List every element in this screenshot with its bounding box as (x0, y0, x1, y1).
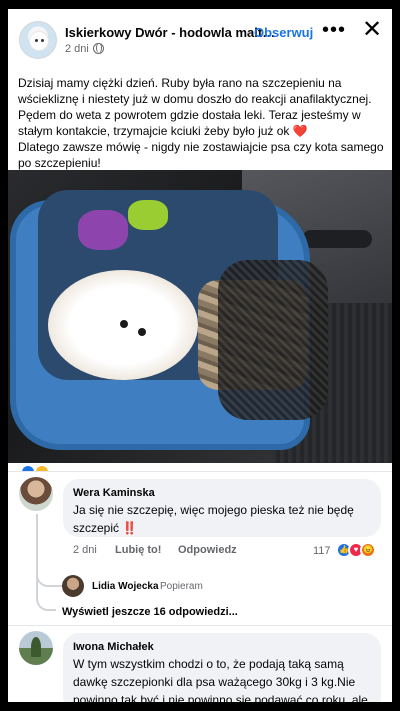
car-door-handle (302, 230, 372, 248)
post-time[interactable]: 2 dni (65, 43, 89, 55)
reply-connector-line (36, 565, 64, 587)
reply-button[interactable]: Odpowiedz (178, 544, 237, 556)
commenter-avatar[interactable] (19, 477, 53, 511)
toy-purple (78, 210, 128, 250)
reply-thread-line (36, 514, 56, 611)
carrier-mesh (218, 260, 328, 420)
comment-time[interactable]: 2 dni (73, 544, 97, 556)
reply-action: Popieram (160, 581, 203, 592)
reply-avatar[interactable] (62, 575, 84, 597)
post-header: Iskierkowy Dwór - hodowla malt… · Obserw… (8, 9, 392, 69)
page-name[interactable]: Iskierkowy Dwór - hodowla malt… (65, 25, 275, 40)
dog-icon (30, 32, 48, 50)
dog-eye-right (138, 328, 146, 336)
more-horizontal-icon[interactable]: ••• (322, 19, 346, 42)
toy-green (128, 200, 168, 230)
comment-author[interactable]: Iwona Michałek (73, 641, 154, 653)
post-photo[interactable] (8, 170, 392, 463)
view-more-replies[interactable]: Wyświetl jeszcze 16 odpowiedzi... (62, 606, 238, 618)
page-avatar[interactable] (19, 21, 57, 59)
post-modal: Iskierkowy Dwór - hodowla malt… · Obserw… (8, 9, 392, 702)
reaction-count[interactable]: 117 (313, 545, 331, 557)
reaction-icons[interactable]: 👍 ♥ 😠 (336, 542, 384, 558)
globe-icon (93, 43, 104, 54)
avatar-eye-right (41, 39, 44, 42)
tree-icon (31, 637, 41, 657)
avatar-eye-left (35, 39, 38, 42)
dog-eye-left (120, 320, 128, 328)
divider (8, 471, 392, 472)
follow-button[interactable]: Obserwuj (254, 25, 313, 40)
post-text: Dzisiaj mamy ciężki dzień. Ruby była ran… (18, 75, 386, 171)
divider (8, 625, 392, 626)
post-paragraph-1: Dzisiaj mamy ciężki dzień. Ruby była ran… (18, 76, 372, 138)
heart-emoji: ❤️ (292, 124, 308, 138)
like-button[interactable]: Lubię to! (115, 544, 161, 556)
reply-author[interactable]: Lidia Wojecka (92, 581, 159, 592)
angry-icon: 😠 (360, 542, 376, 558)
separator-dot: · (246, 25, 251, 40)
close-icon[interactable]: ✕ (362, 15, 382, 44)
commenter-avatar[interactable] (19, 631, 53, 665)
comment-author[interactable]: Wera Kaminska (73, 487, 155, 499)
comment-text: W tym wszystkim chodzi o to, że podają t… (73, 657, 368, 702)
post-paragraph-2: Dlatego zawsze mówię - nigdy nie zostawi… (18, 140, 384, 170)
comment-text: Ja się nie szczepię, więc mojego pieska … (73, 501, 373, 537)
comment-text-body: Ja się nie szczepię, więc mojego pieska … (73, 503, 354, 535)
double-exclamation-emoji: ‼️ (122, 521, 138, 535)
